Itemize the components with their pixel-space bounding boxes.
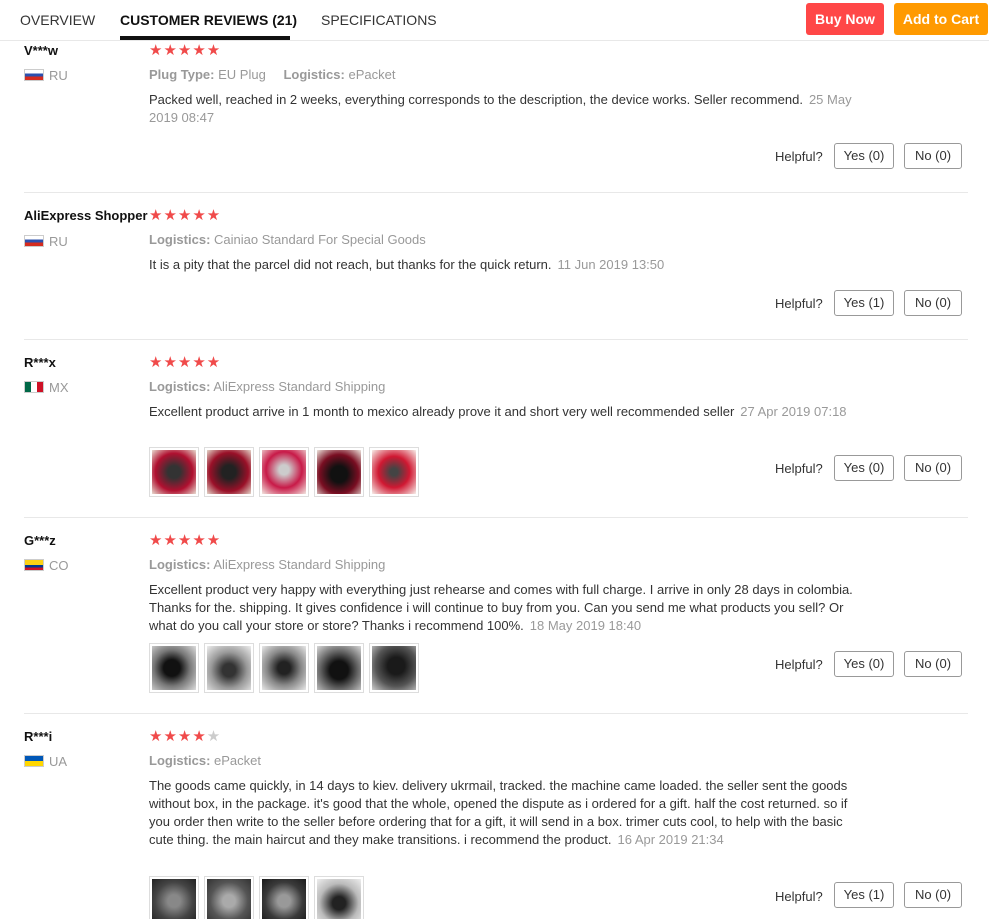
add-to-cart-button[interactable]: Add to Cart bbox=[894, 3, 988, 35]
review-photo-thumbnail[interactable] bbox=[204, 643, 254, 693]
reviewer-name: V***w bbox=[24, 43, 58, 58]
helpful-yes-button[interactable]: Yes (0) bbox=[834, 143, 894, 169]
reviewer-country: RU bbox=[24, 68, 68, 83]
review-photo-thumbnail[interactable] bbox=[259, 876, 309, 919]
helpful-no-button[interactable]: No (0) bbox=[904, 651, 962, 677]
helpful-yes-button[interactable]: Yes (0) bbox=[834, 455, 894, 481]
review-photo-thumbnail[interactable] bbox=[204, 876, 254, 919]
helpful-label: Helpful? bbox=[775, 149, 823, 164]
tab-overview[interactable]: OVERVIEW bbox=[20, 12, 95, 28]
review-photo-thumbnail[interactable] bbox=[259, 447, 309, 497]
helpful-no-button[interactable]: No (0) bbox=[904, 455, 962, 481]
review-photo-thumbnail[interactable] bbox=[369, 447, 419, 497]
reviewer-country: UA bbox=[24, 754, 67, 769]
review-date: 11 Jun 2019 13:50 bbox=[557, 257, 665, 272]
product-tabs-bar: OVERVIEW CUSTOMER REVIEWS (21) SPECIFICA… bbox=[0, 0, 989, 41]
mexico-flag-icon bbox=[24, 381, 44, 393]
helpful-label: Helpful? bbox=[775, 889, 823, 904]
russia-flag-icon bbox=[24, 235, 44, 247]
review-divider bbox=[24, 339, 968, 340]
reviewer-name: AliExpress Shopper bbox=[24, 208, 148, 223]
review-photos bbox=[149, 447, 419, 497]
russia-flag-icon bbox=[24, 69, 44, 81]
star-icon: ★★★★ bbox=[149, 728, 207, 745]
review-photos bbox=[149, 643, 419, 693]
helpful-label: Helpful? bbox=[775, 461, 823, 476]
review-attributes: Logistics: AliExpress Standard Shipping bbox=[149, 379, 386, 394]
review-text: Excellent product very happy with everyt… bbox=[149, 582, 853, 633]
star-icon: ★★★★★ bbox=[149, 532, 222, 549]
tab-customer-reviews[interactable]: CUSTOMER REVIEWS (21) bbox=[120, 12, 297, 28]
rating-stars: ★★★★★ bbox=[149, 729, 221, 745]
reviewer-country: CO bbox=[24, 558, 69, 573]
helpful-no-button[interactable]: No (0) bbox=[904, 290, 962, 316]
helpful-no-button[interactable]: No (0) bbox=[904, 882, 962, 908]
star-icon: ★★★★★ bbox=[149, 42, 222, 59]
review-divider bbox=[24, 713, 968, 714]
review-divider bbox=[24, 192, 968, 193]
review-text: It is a pity that the parcel did not rea… bbox=[149, 257, 665, 272]
review-photo-thumbnail[interactable] bbox=[149, 447, 199, 497]
review-attributes: Logistics: Cainiao Standard For Special … bbox=[149, 232, 426, 247]
review-photo-thumbnail[interactable] bbox=[314, 643, 364, 693]
helpful-yes-button[interactable]: Yes (1) bbox=[834, 882, 894, 908]
helpful-no-button[interactable]: No (0) bbox=[904, 143, 962, 169]
reviewer-country: RU bbox=[24, 234, 68, 249]
review-date: 27 Apr 2019 07:18 bbox=[740, 404, 847, 419]
review-attributes: Plug Type: EU Plug Logistics: ePacket bbox=[149, 67, 396, 82]
review-photo-thumbnail[interactable] bbox=[314, 876, 364, 919]
ukraine-flag-icon bbox=[24, 755, 44, 767]
rating-stars: ★★★★★ bbox=[149, 208, 221, 224]
review-text: Excellent product arrive in 1 month to m… bbox=[149, 404, 847, 419]
review-attributes: Logistics: AliExpress Standard Shipping bbox=[149, 557, 386, 572]
review-divider bbox=[24, 517, 968, 518]
star-icon: ★★★★★ bbox=[149, 354, 222, 371]
rating-stars: ★★★★★ bbox=[149, 533, 221, 549]
reviewer-name: R***x bbox=[24, 355, 56, 370]
helpful-yes-button[interactable]: Yes (1) bbox=[834, 290, 894, 316]
reviewer-country: MX bbox=[24, 380, 69, 395]
star-empty-icon: ★ bbox=[206, 728, 222, 745]
review-date: 18 May 2019 18:40 bbox=[529, 618, 642, 633]
rating-stars: ★★★★★ bbox=[149, 43, 221, 59]
review-photo-thumbnail[interactable] bbox=[149, 643, 199, 693]
reviewer-name: G***z bbox=[24, 533, 56, 548]
review-date: 16 Apr 2019 21:34 bbox=[617, 832, 724, 847]
review-photo-thumbnail[interactable] bbox=[369, 643, 419, 693]
review-text: The goods came quickly, in 14 days to ki… bbox=[149, 778, 848, 847]
review-photo-thumbnail[interactable] bbox=[204, 447, 254, 497]
review-photo-thumbnail[interactable] bbox=[314, 447, 364, 497]
review-photo-thumbnail[interactable] bbox=[259, 643, 309, 693]
rating-stars: ★★★★★ bbox=[149, 355, 221, 371]
active-tab-indicator bbox=[120, 36, 290, 40]
tab-specifications[interactable]: SPECIFICATIONS bbox=[321, 12, 437, 28]
star-icon: ★★★★★ bbox=[149, 207, 222, 224]
review-text: Packed well, reached in 2 weeks, everyth… bbox=[149, 92, 852, 125]
review-attributes: Logistics: ePacket bbox=[149, 753, 262, 768]
reviewer-name: R***i bbox=[24, 729, 53, 744]
review-photo-thumbnail[interactable] bbox=[149, 876, 199, 919]
helpful-label: Helpful? bbox=[775, 657, 823, 672]
buy-now-button[interactable]: Buy Now bbox=[806, 3, 884, 35]
helpful-yes-button[interactable]: Yes (0) bbox=[834, 651, 894, 677]
colombia-flag-icon bbox=[24, 559, 44, 571]
helpful-label: Helpful? bbox=[775, 296, 823, 311]
review-photos bbox=[149, 876, 364, 919]
